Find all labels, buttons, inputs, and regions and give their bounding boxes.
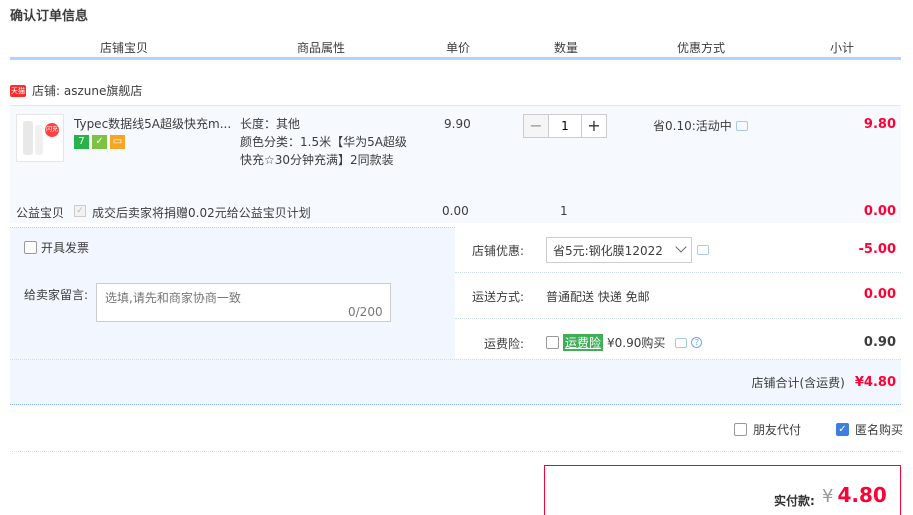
divider [10,359,901,360]
col-quantity: 数量 [554,41,579,55]
cable-image [23,121,33,155]
currency-symbol: ¥ [822,486,834,507]
chat-icon[interactable] [697,245,709,255]
col-shop-item: 店铺宝贝 [100,41,149,55]
promotion-info: 省0.10:活动中 [653,117,748,134]
friend-pay-label[interactable]: 朋友代付 [753,421,801,438]
anonymous-buy-checkbox[interactable]: ✓ [836,423,849,436]
insurance-value: 0.90 [863,335,896,350]
unit-price: 9.90 [444,117,471,131]
shop-total: 店铺合计(含运费) ¥4.80 [752,374,897,391]
shipping-insurance-option[interactable]: 运费险 ¥0.90购买 ? [546,334,703,351]
message-box [96,283,391,322]
shop-discount-label: 店铺优惠: [472,244,525,258]
charity-quantity: 1 [560,204,568,218]
shipping-fee: 0.00 [863,287,896,302]
divider [10,451,901,452]
invoice-option[interactable]: 开具发票 [24,239,89,256]
message-label: 给卖家留言: [24,288,89,302]
divider [455,318,901,319]
friend-pay-option[interactable]: 朋友代付 [734,421,801,438]
shop-total-label: 店铺合计(含运费) [751,376,845,390]
payment-label: 实付款: [774,494,815,508]
guarantee-icon[interactable]: ✓ [92,135,107,149]
col-price: 单价 [446,41,471,55]
insurance-price: ¥0.90购买 [607,336,666,350]
col-promotion: 优惠方式 [677,41,726,55]
attr-length: 长度：其他 [240,117,301,131]
charity-text: 成交后卖家将捐赠0.02元给公益宝贝计划 [92,206,311,220]
product-title-link[interactable]: Typec数据线5A超级快充m... [74,115,234,132]
attr-color: 颜色分类：1.5米【华为5A超级快充☆30分钟充满】2同款装 [240,135,407,167]
payment-amount-value: 4.80 [837,483,887,507]
shipping-label: 运送方式: [472,290,525,304]
chevron-down-icon [675,241,687,253]
credit-card-icon[interactable]: ▭ [110,135,125,149]
shipping-method: 普通配送 快递 免邮 [546,290,650,304]
insurance-tag[interactable]: 运费险 [563,334,604,351]
item-subtotal: 9.80 [863,117,896,132]
order-table-header: 店铺宝贝 商品属性 单价 数量 优惠方式 小计 [10,36,901,60]
shop-name[interactable]: 店铺: aszune旗舰店 [32,82,142,99]
chat-icon[interactable] [735,120,748,131]
charity-label: 公益宝贝 [16,206,65,220]
product-attributes: 长度：其他 颜色分类：1.5米【华为5A超级快充☆30分钟充满】2同款装 [240,115,410,169]
charity-price: 0.00 [442,204,469,218]
page-title: 确认订单信息 [10,9,89,24]
quantity-input[interactable] [549,114,581,138]
shop-discount-select[interactable]: 省5元:钢化膜12022 [546,237,692,263]
promotion-text: 省0.10:活动中 [653,119,732,133]
friend-pay-checkbox[interactable] [734,423,747,436]
quantity-minus-button[interactable]: − [523,114,549,138]
shop-name-line: 天猫 店铺: aszune旗舰店 [10,82,142,99]
shop-discount-selected: 省5元:钢化膜12022 [553,244,663,258]
quantity-plus-button[interactable]: + [581,114,607,138]
shop-total-value: ¥4.80 [854,375,896,390]
payment-amount: ¥4.80 [822,483,887,507]
message-char-count: 0/200 [348,305,383,319]
col-subtotal: 小计 [830,41,855,55]
product-thumbnail[interactable]: 闪充 [16,114,64,162]
cable-image-2 [35,125,43,155]
help-icon[interactable]: ? [691,337,703,348]
seven-day-return-icon[interactable]: 7 [74,135,89,149]
charity-subtotal: 0.00 [863,204,896,219]
tmall-badge-icon: 天猫 [10,84,26,97]
col-attributes: 商品属性 [297,41,346,55]
invoice-checkbox[interactable] [24,241,37,254]
chat-icon[interactable] [675,337,688,348]
anonymous-buy-label[interactable]: 匿名购买 [855,421,903,438]
insurance-label: 运费险: [484,337,525,351]
quantity-stepper: − + [523,114,607,138]
charity-checkbox: ✓ [74,205,86,217]
message-input[interactable] [97,284,390,321]
divider [455,272,901,273]
insurance-checkbox[interactable] [546,336,559,349]
invoice-label[interactable]: 开具发票 [41,239,89,256]
product-logo: 闪充 [45,123,59,137]
shop-discount-value: -5.00 [858,242,896,257]
product-tags: 7 ✓ ▭ [74,135,125,149]
anonymous-buy-option[interactable]: ✓ 匿名购买 [836,421,903,438]
